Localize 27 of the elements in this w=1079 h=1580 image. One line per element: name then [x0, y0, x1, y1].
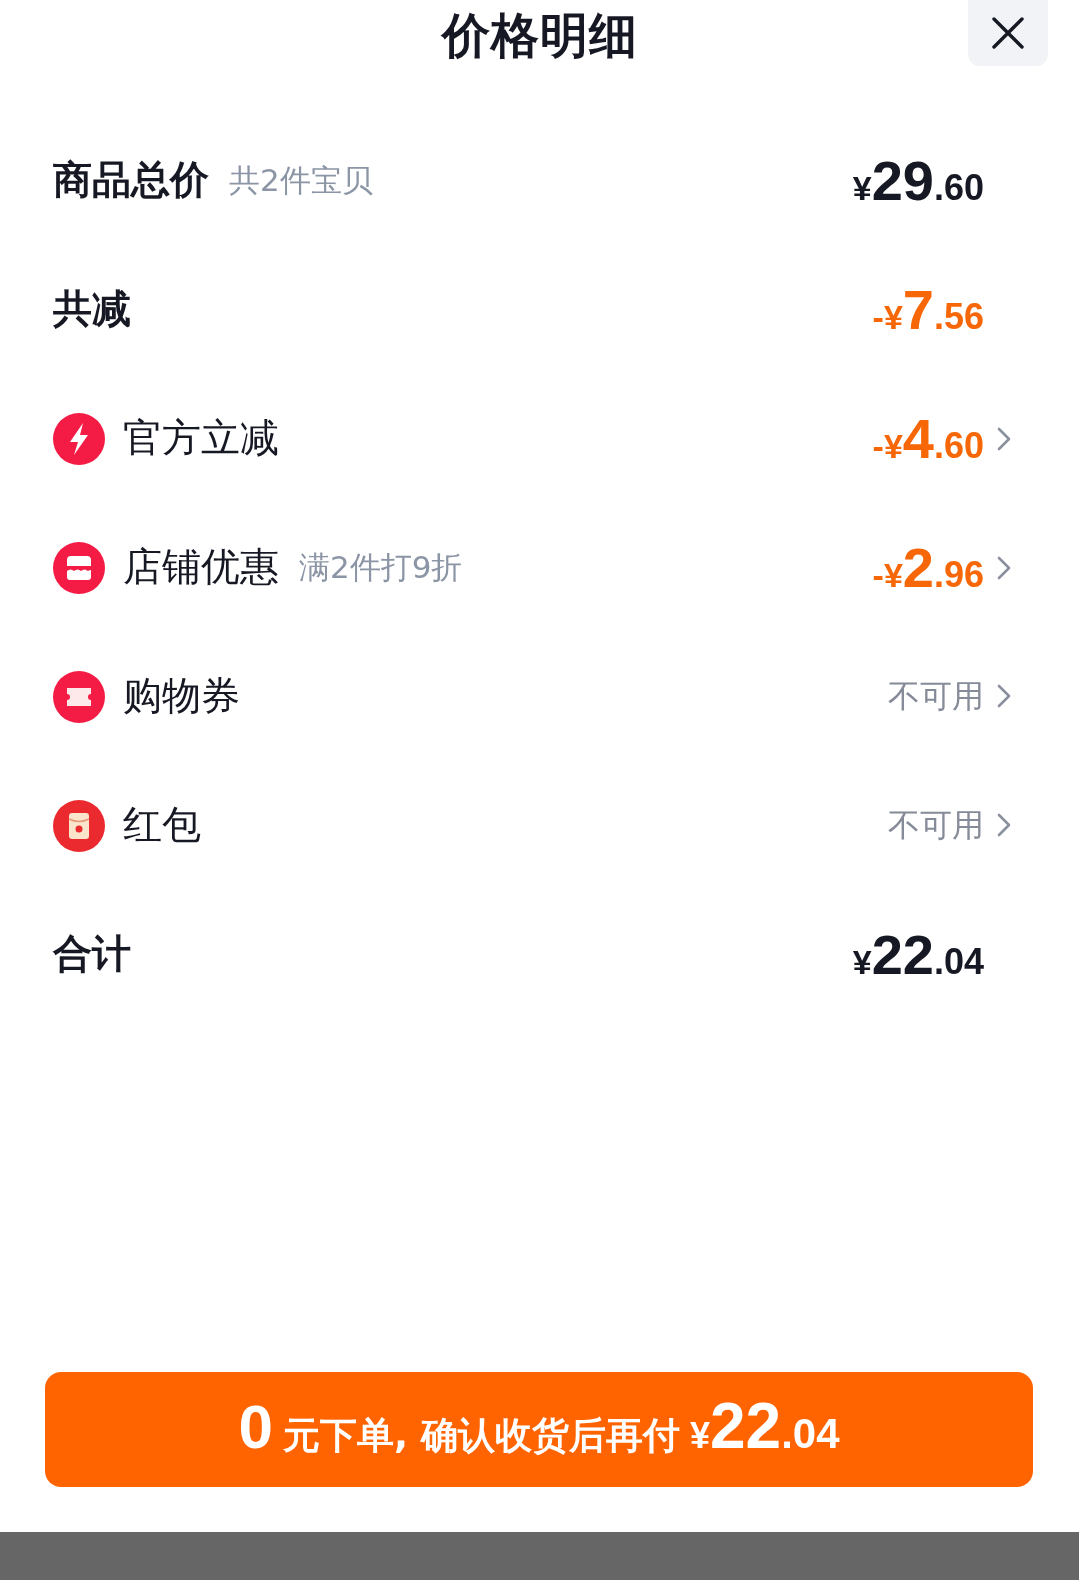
sheet-title: 价格明细: [441, 11, 638, 59]
status-text: 不可用: [888, 677, 984, 716]
row-label: 合计: [53, 931, 131, 978]
envelope-icon: [53, 799, 105, 852]
row-label[interactable]: 购物券: [123, 673, 240, 720]
price-text: -¥2.96: [872, 539, 984, 596]
status-text: 不可用: [888, 806, 984, 845]
close-icon: [990, 15, 1026, 51]
row-label: 共减: [53, 286, 131, 333]
chevron-icon[interactable]: [996, 425, 1012, 452]
row-label[interactable]: 官方立减: [123, 415, 279, 462]
row-label[interactable]: 红包: [123, 802, 201, 849]
lightning-icon: [53, 412, 105, 465]
chevron-icon[interactable]: [996, 812, 1012, 839]
close-button[interactable]: [968, 0, 1048, 66]
row-label: 商品总价: [53, 157, 209, 204]
price-text: -¥7.56: [872, 281, 984, 338]
chevron-icon[interactable]: [996, 554, 1012, 581]
price-text: ¥29.60: [852, 152, 984, 209]
price-text: -¥4.60: [872, 410, 984, 467]
row-label[interactable]: 店铺优惠: [123, 544, 279, 591]
price-text: ¥22.04: [852, 926, 984, 983]
shop-icon: [53, 541, 105, 594]
ticket-icon: [53, 670, 105, 723]
row-note: 共2件宝贝: [229, 161, 373, 200]
chevron-icon[interactable]: [996, 683, 1012, 710]
row-note: 满2件打9折: [299, 548, 463, 587]
